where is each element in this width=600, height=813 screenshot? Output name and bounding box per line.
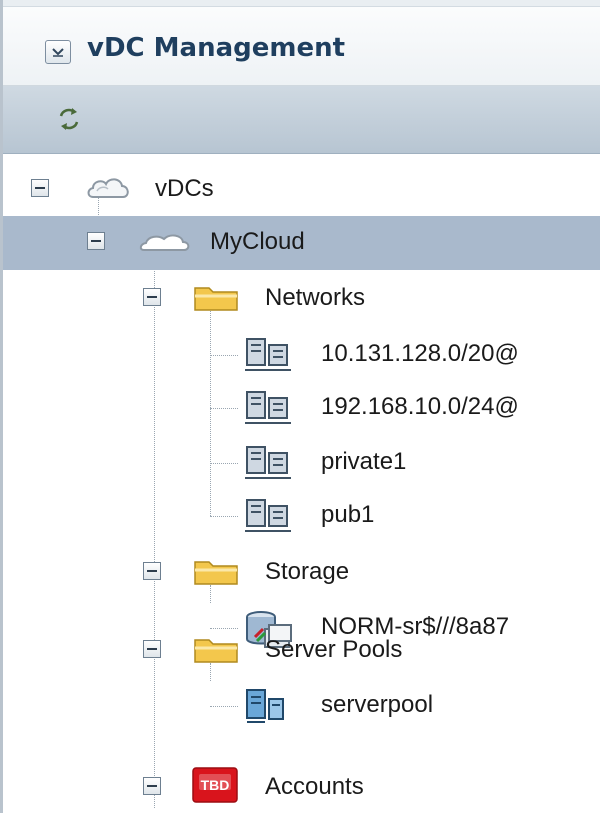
collapse-toggle[interactable] <box>143 288 161 306</box>
panel-title: vDC Management <box>87 33 346 63</box>
tree-node-label: vDCs <box>155 175 214 202</box>
panel-toolbar <box>3 86 600 154</box>
server-pool-icon <box>246 689 284 723</box>
tree-node-server-pool[interactable]: serverpool <box>3 679 600 733</box>
tbd-icon: TBD <box>192 767 238 803</box>
collapse-toggle[interactable] <box>143 777 161 795</box>
tree-node-network[interactable]: pub1 <box>3 489 600 543</box>
tree-node-mycloud[interactable]: MyCloud <box>3 216 600 270</box>
tree-node-networks[interactable]: Networks <box>3 272 600 326</box>
tree-node-label: serverpool <box>321 691 434 718</box>
collapse-toggle[interactable] <box>31 179 49 197</box>
tree-guide-line <box>210 706 238 707</box>
folder-icon <box>194 561 238 585</box>
collapse-toggle[interactable] <box>87 232 105 250</box>
panel-top-edge <box>0 0 600 7</box>
tree-node-label: 10.131.128.0/20@ <box>321 340 519 367</box>
chevron-down-icon <box>52 48 64 57</box>
tree-node-label: private1 <box>321 448 407 475</box>
vdc-tree: vDCs MyCloud Networks 10.131.128.0/20@ 1… <box>3 153 600 813</box>
tree-node-label: MyCloud <box>210 228 305 255</box>
tree-guide-line <box>210 463 238 464</box>
tree-node-label: Server Pools <box>265 636 403 663</box>
tree-node-storage[interactable]: Storage <box>3 546 600 600</box>
tree-node-server-pools[interactable]: Server Pools <box>3 624 600 678</box>
refresh-button[interactable] <box>55 104 83 134</box>
refresh-icon <box>59 108 79 130</box>
tree-node-label: Storage <box>265 558 350 585</box>
cloud-icon <box>87 178 129 198</box>
cloud-icon <box>139 234 190 251</box>
tree-node-network[interactable]: 192.168.10.0/24@ <box>3 381 600 435</box>
tree-guide-line <box>210 516 238 517</box>
tbd-badge-text: TBD <box>201 777 230 793</box>
tree-guide-line <box>210 355 238 356</box>
tree-node-accounts[interactable]: TBD Accounts <box>3 761 600 813</box>
folder-icon <box>194 639 238 663</box>
network-icon <box>245 446 291 479</box>
folder-icon <box>194 287 238 311</box>
tree-node-label: Networks <box>265 284 366 311</box>
tree-node-label: pub1 <box>321 501 375 528</box>
tree-guide-line <box>210 408 238 409</box>
tree-node-vdcs[interactable]: vDCs <box>3 163 600 217</box>
tree-node-network[interactable]: 10.131.128.0/20@ <box>3 328 600 382</box>
tree-node-label: Accounts <box>265 773 364 800</box>
network-icon <box>245 391 291 424</box>
network-icon <box>245 499 291 532</box>
panel-header: vDC Management <box>3 7 600 86</box>
network-icon <box>245 338 291 371</box>
tree-node-network[interactable]: private1 <box>3 436 600 490</box>
collapse-toggle[interactable] <box>143 640 161 658</box>
collapse-panel-button[interactable] <box>45 40 71 64</box>
vdc-management-panel: vDC Management vDCs MyCloud Networks 10.… <box>0 0 600 813</box>
tree-node-label: 192.168.10.0/24@ <box>321 393 519 420</box>
collapse-toggle[interactable] <box>143 562 161 580</box>
